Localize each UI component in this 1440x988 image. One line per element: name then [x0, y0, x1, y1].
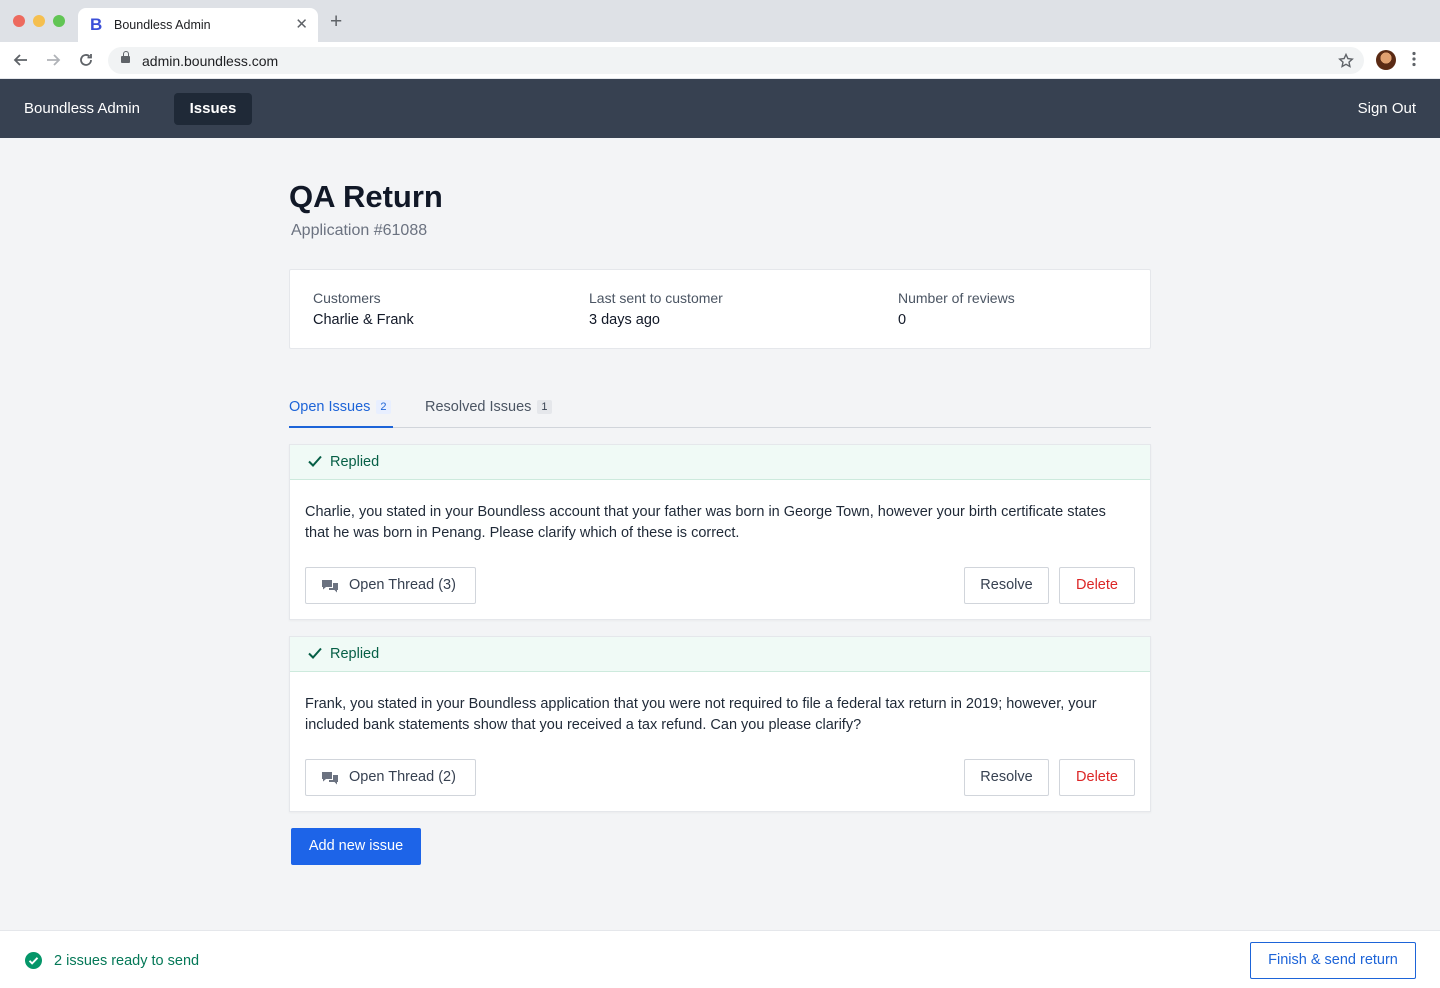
resolve-button[interactable]: Resolve: [964, 567, 1049, 604]
check-circle-icon: [25, 952, 42, 969]
tab-resolved-issues[interactable]: Resolved Issues 1: [425, 399, 552, 428]
new-tab-button[interactable]: +: [330, 11, 342, 32]
last-sent-value: 3 days ago: [589, 312, 660, 328]
resolve-button[interactable]: Resolve: [964, 759, 1049, 796]
check-icon: [308, 647, 322, 659]
nav-item-issues[interactable]: Issues: [174, 93, 252, 125]
forward-arrow-icon[interactable]: [45, 52, 61, 68]
app-navbar: Boundless Admin Issues Sign Out: [0, 79, 1440, 138]
customers-stat: Customers Charlie & Frank: [313, 290, 414, 328]
issue-card: Replied Frank, you stated in your Boundl…: [289, 636, 1151, 812]
customers-label: Customers: [313, 290, 381, 306]
issue-status-bar: Replied: [290, 445, 1150, 480]
star-icon[interactable]: [1338, 53, 1354, 69]
last-sent-label: Last sent to customer: [589, 290, 723, 306]
issue-status-text: Replied: [330, 646, 380, 662]
tab-open-issues-label: Open Issues: [289, 399, 371, 415]
resolved-count-badge: 1: [537, 400, 552, 414]
favicon-icon: B: [90, 15, 103, 34]
browser-tab-title: Boundless Admin: [114, 18, 211, 32]
reviews-label: Number of reviews: [898, 290, 1015, 306]
address-bar[interactable]: admin.boundless.com: [108, 47, 1364, 74]
open-count-badge: 2: [376, 400, 391, 414]
ready-status-text: 2 issues ready to send: [54, 953, 200, 969]
profile-avatar[interactable]: [1376, 50, 1396, 70]
page-title: QA Return: [289, 179, 443, 214]
issue-description: Frank, you stated in your Boundless appl…: [305, 696, 1097, 733]
check-icon: [308, 455, 322, 467]
window-minimize-button[interactable]: [33, 15, 45, 27]
browser-menu-icon[interactable]: [1412, 51, 1416, 67]
add-new-issue-button[interactable]: Add new issue: [291, 828, 421, 865]
delete-button[interactable]: Delete: [1059, 567, 1135, 604]
reviews-value: 0: [898, 312, 907, 328]
sign-out-link[interactable]: Sign Out: [1358, 100, 1416, 117]
brand-link[interactable]: Boundless Admin: [24, 100, 140, 117]
open-thread-label: Open Thread (3): [349, 577, 456, 593]
issue-tabs: Open Issues 2 Resolved Issues 1: [289, 397, 1151, 428]
open-thread-label: Open Thread (2): [349, 769, 456, 785]
issue-status-bar: Replied: [290, 637, 1150, 672]
back-arrow-icon[interactable]: [13, 52, 29, 68]
tab-resolved-issues-label: Resolved Issues: [425, 399, 532, 415]
customers-value: Charlie & Frank: [313, 312, 414, 328]
finish-send-return-button[interactable]: Finish & send return: [1250, 942, 1416, 979]
browser-tab[interactable]: B Boundless Admin ✕: [78, 8, 318, 42]
lock-icon: [121, 51, 130, 63]
issue-status-text: Replied: [330, 454, 380, 470]
reviews-stat: Number of reviews 0: [898, 290, 1015, 328]
browser-toolbar: admin.boundless.com: [0, 42, 1440, 79]
summary-card: Customers Charlie & Frank Last sent to c…: [289, 269, 1151, 349]
reload-icon[interactable]: [78, 52, 94, 68]
tab-open-issues[interactable]: Open Issues 2: [289, 399, 393, 428]
tab-close-icon[interactable]: ✕: [295, 15, 308, 33]
chat-icon: [322, 772, 338, 785]
browser-tab-strip: B Boundless Admin ✕ +: [0, 0, 1440, 42]
url-text[interactable]: admin.boundless.com: [142, 53, 278, 69]
issue-description: Charlie, you stated in your Boundless ac…: [305, 504, 1106, 541]
window-close-button[interactable]: [13, 15, 25, 27]
window-maximize-button[interactable]: [53, 15, 65, 27]
open-thread-button[interactable]: Open Thread (3): [305, 567, 476, 604]
chat-icon: [322, 580, 338, 593]
application-number: Application #61088: [291, 222, 428, 239]
open-thread-button[interactable]: Open Thread (2): [305, 759, 476, 796]
delete-button[interactable]: Delete: [1059, 759, 1135, 796]
send-footer-bar: 2 issues ready to send Finish & send ret…: [0, 930, 1440, 988]
issue-card: Replied Charlie, you stated in your Boun…: [289, 444, 1151, 620]
last-sent-stat: Last sent to customer 3 days ago: [589, 290, 723, 328]
